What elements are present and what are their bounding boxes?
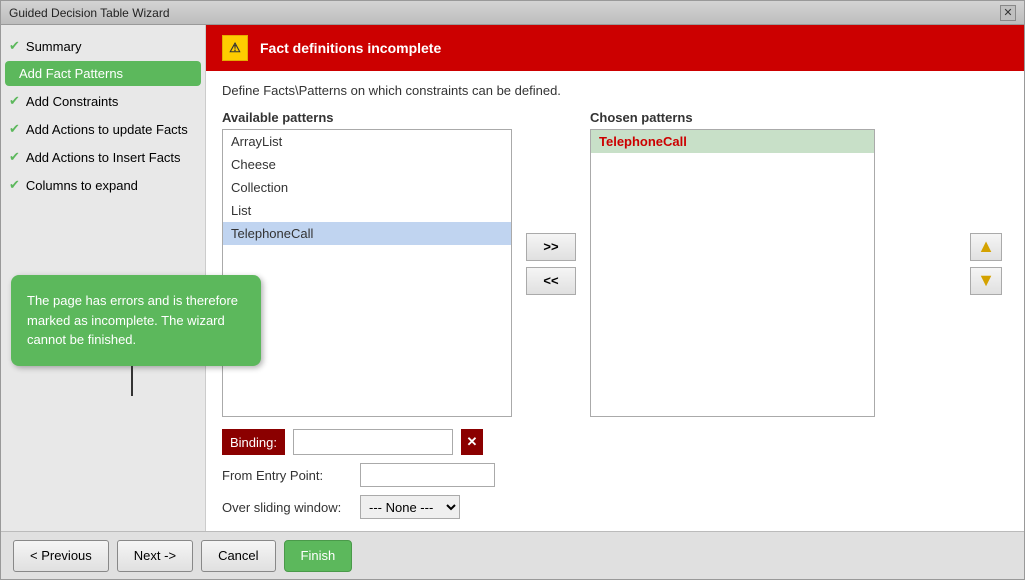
sliding-window-label: Over sliding window:: [222, 500, 352, 515]
list-item[interactable]: List: [223, 199, 511, 222]
from-entry-row: From Entry Point:: [222, 463, 1008, 487]
from-entry-input[interactable]: [360, 463, 495, 487]
chosen-patterns-label: Chosen patterns: [590, 110, 875, 125]
down-arrow-icon: ▼: [977, 270, 995, 291]
available-patterns-panel: Available patterns ArrayList Cheese Coll…: [222, 110, 512, 417]
sliding-window-row: Over sliding window: --- None ---: [222, 495, 1008, 519]
sidebar-item-add-constraints[interactable]: ✔ Add Constraints: [1, 88, 205, 114]
check-icon-summary: ✔: [9, 38, 20, 54]
sidebar-item-add-actions-insert[interactable]: ✔ Add Actions to Insert Facts: [1, 144, 205, 170]
sliding-window-select[interactable]: --- None ---: [360, 495, 460, 519]
chosen-patterns-list: TelephoneCall: [590, 129, 875, 417]
title-bar: Guided Decision Table Wizard ✕: [1, 1, 1024, 25]
list-item[interactable]: Collection: [223, 176, 511, 199]
cancel-button[interactable]: Cancel: [201, 540, 275, 572]
list-item[interactable]: Cheese: [223, 153, 511, 176]
warning-icon: ⚠: [222, 35, 248, 61]
updown-buttons: ▲ ▼: [964, 110, 1008, 417]
sidebar-label-columns: Columns to expand: [26, 178, 138, 193]
define-text: Define Facts\Patterns on which constrain…: [222, 83, 1008, 98]
right-panel: ⚠ Fact definitions incomplete Define Fac…: [206, 25, 1024, 531]
list-item-telephonecall[interactable]: TelephoneCall: [223, 222, 511, 245]
available-patterns-label: Available patterns: [222, 110, 512, 125]
tooltip-box: The page has errors and is therefore mar…: [11, 275, 261, 366]
arrow-buttons: >> <<: [520, 110, 582, 417]
chosen-patterns-panel: Chosen patterns TelephoneCall: [590, 110, 875, 417]
check-icon-columns: ✔: [9, 177, 20, 193]
list-item[interactable]: ArrayList: [223, 130, 511, 153]
sidebar-item-columns-expand[interactable]: ✔ Columns to expand: [1, 172, 205, 198]
binding-row: Binding: ✕: [222, 429, 1008, 455]
sidebar-label-actions-update: Add Actions to update Facts: [26, 122, 188, 137]
finish-button[interactable]: Finish: [284, 540, 353, 572]
move-up-button[interactable]: ▲: [970, 233, 1002, 261]
check-icon-actions-update: ✔: [9, 121, 20, 137]
window-title: Guided Decision Table Wizard: [9, 6, 170, 20]
available-patterns-list: ArrayList Cheese Collection List Telepho…: [222, 129, 512, 417]
move-left-button[interactable]: <<: [526, 267, 576, 295]
binding-input[interactable]: [293, 429, 453, 455]
sidebar-label-actions-insert: Add Actions to Insert Facts: [26, 150, 181, 165]
sidebar-label-summary: Summary: [26, 39, 82, 54]
from-entry-label: From Entry Point:: [222, 468, 352, 483]
tooltip-text: The page has errors and is therefore mar…: [27, 293, 238, 347]
wizard-window: Guided Decision Table Wizard ✕ ✔ Summary…: [0, 0, 1025, 580]
check-icon-actions-insert: ✔: [9, 149, 20, 165]
sidebar-label-add-fact: Add Fact Patterns: [19, 66, 123, 81]
panel-body: Define Facts\Patterns on which constrain…: [206, 71, 1024, 531]
patterns-row: Available patterns ArrayList Cheese Coll…: [222, 110, 1008, 417]
check-icon-constraints: ✔: [9, 93, 20, 109]
up-arrow-icon: ▲: [977, 236, 995, 257]
sidebar-item-summary[interactable]: ✔ Summary: [1, 33, 205, 59]
error-banner: ⚠ Fact definitions incomplete: [206, 25, 1024, 71]
previous-button[interactable]: < Previous: [13, 540, 109, 572]
binding-clear-button[interactable]: ✕: [461, 429, 483, 455]
sidebar-label-constraints: Add Constraints: [26, 94, 119, 109]
move-down-button[interactable]: ▼: [970, 267, 1002, 295]
move-right-button[interactable]: >>: [526, 233, 576, 261]
error-title: Fact definitions incomplete: [260, 40, 441, 56]
close-button[interactable]: ✕: [1000, 5, 1016, 21]
sidebar-item-add-fact-patterns[interactable]: Add Fact Patterns: [5, 61, 201, 86]
main-content: ✔ Summary Add Fact Patterns ✔ Add Constr…: [1, 25, 1024, 531]
binding-label: Binding:: [222, 429, 285, 455]
chosen-item-telephonecall[interactable]: TelephoneCall: [591, 130, 874, 153]
sidebar-item-add-actions-update[interactable]: ✔ Add Actions to update Facts: [1, 116, 205, 142]
footer: < Previous Next -> Cancel Finish: [1, 531, 1024, 579]
next-button[interactable]: Next ->: [117, 540, 193, 572]
sidebar: ✔ Summary Add Fact Patterns ✔ Add Constr…: [1, 25, 206, 531]
